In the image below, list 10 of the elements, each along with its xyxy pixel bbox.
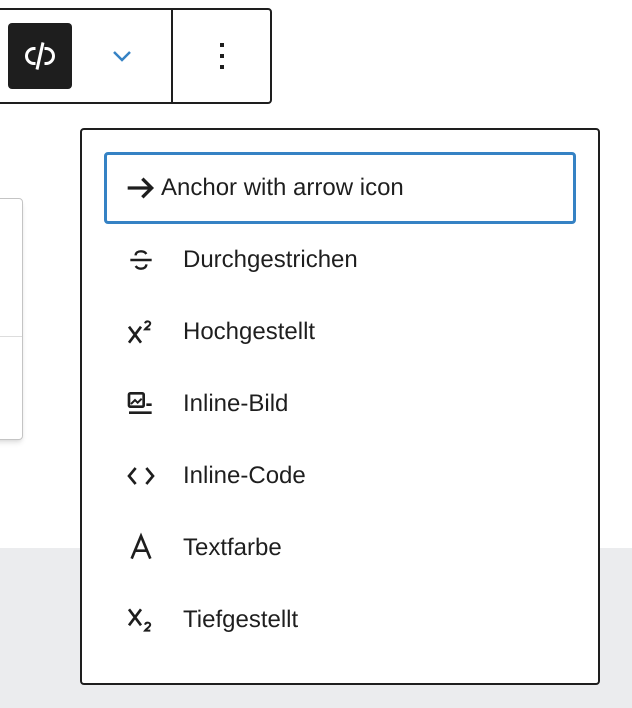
more-vertical-icon <box>218 41 224 71</box>
chevron-down-icon <box>111 49 133 63</box>
menu-item[interactable]: Durchgestrichen <box>104 224 576 296</box>
menu-item[interactable]: Textfarbe <box>104 512 576 584</box>
menu-item[interactable]: Inline-Bild <box>104 368 576 440</box>
menu-item[interactable]: Anchor with arrow icon <box>104 152 576 224</box>
menu-item[interactable]: Tiefgestellt <box>104 584 576 656</box>
menu-item[interactable]: Inline-Code <box>104 440 576 512</box>
unlink-button[interactable] <box>8 23 72 89</box>
menu-item[interactable]: Hochgestellt <box>104 296 576 368</box>
